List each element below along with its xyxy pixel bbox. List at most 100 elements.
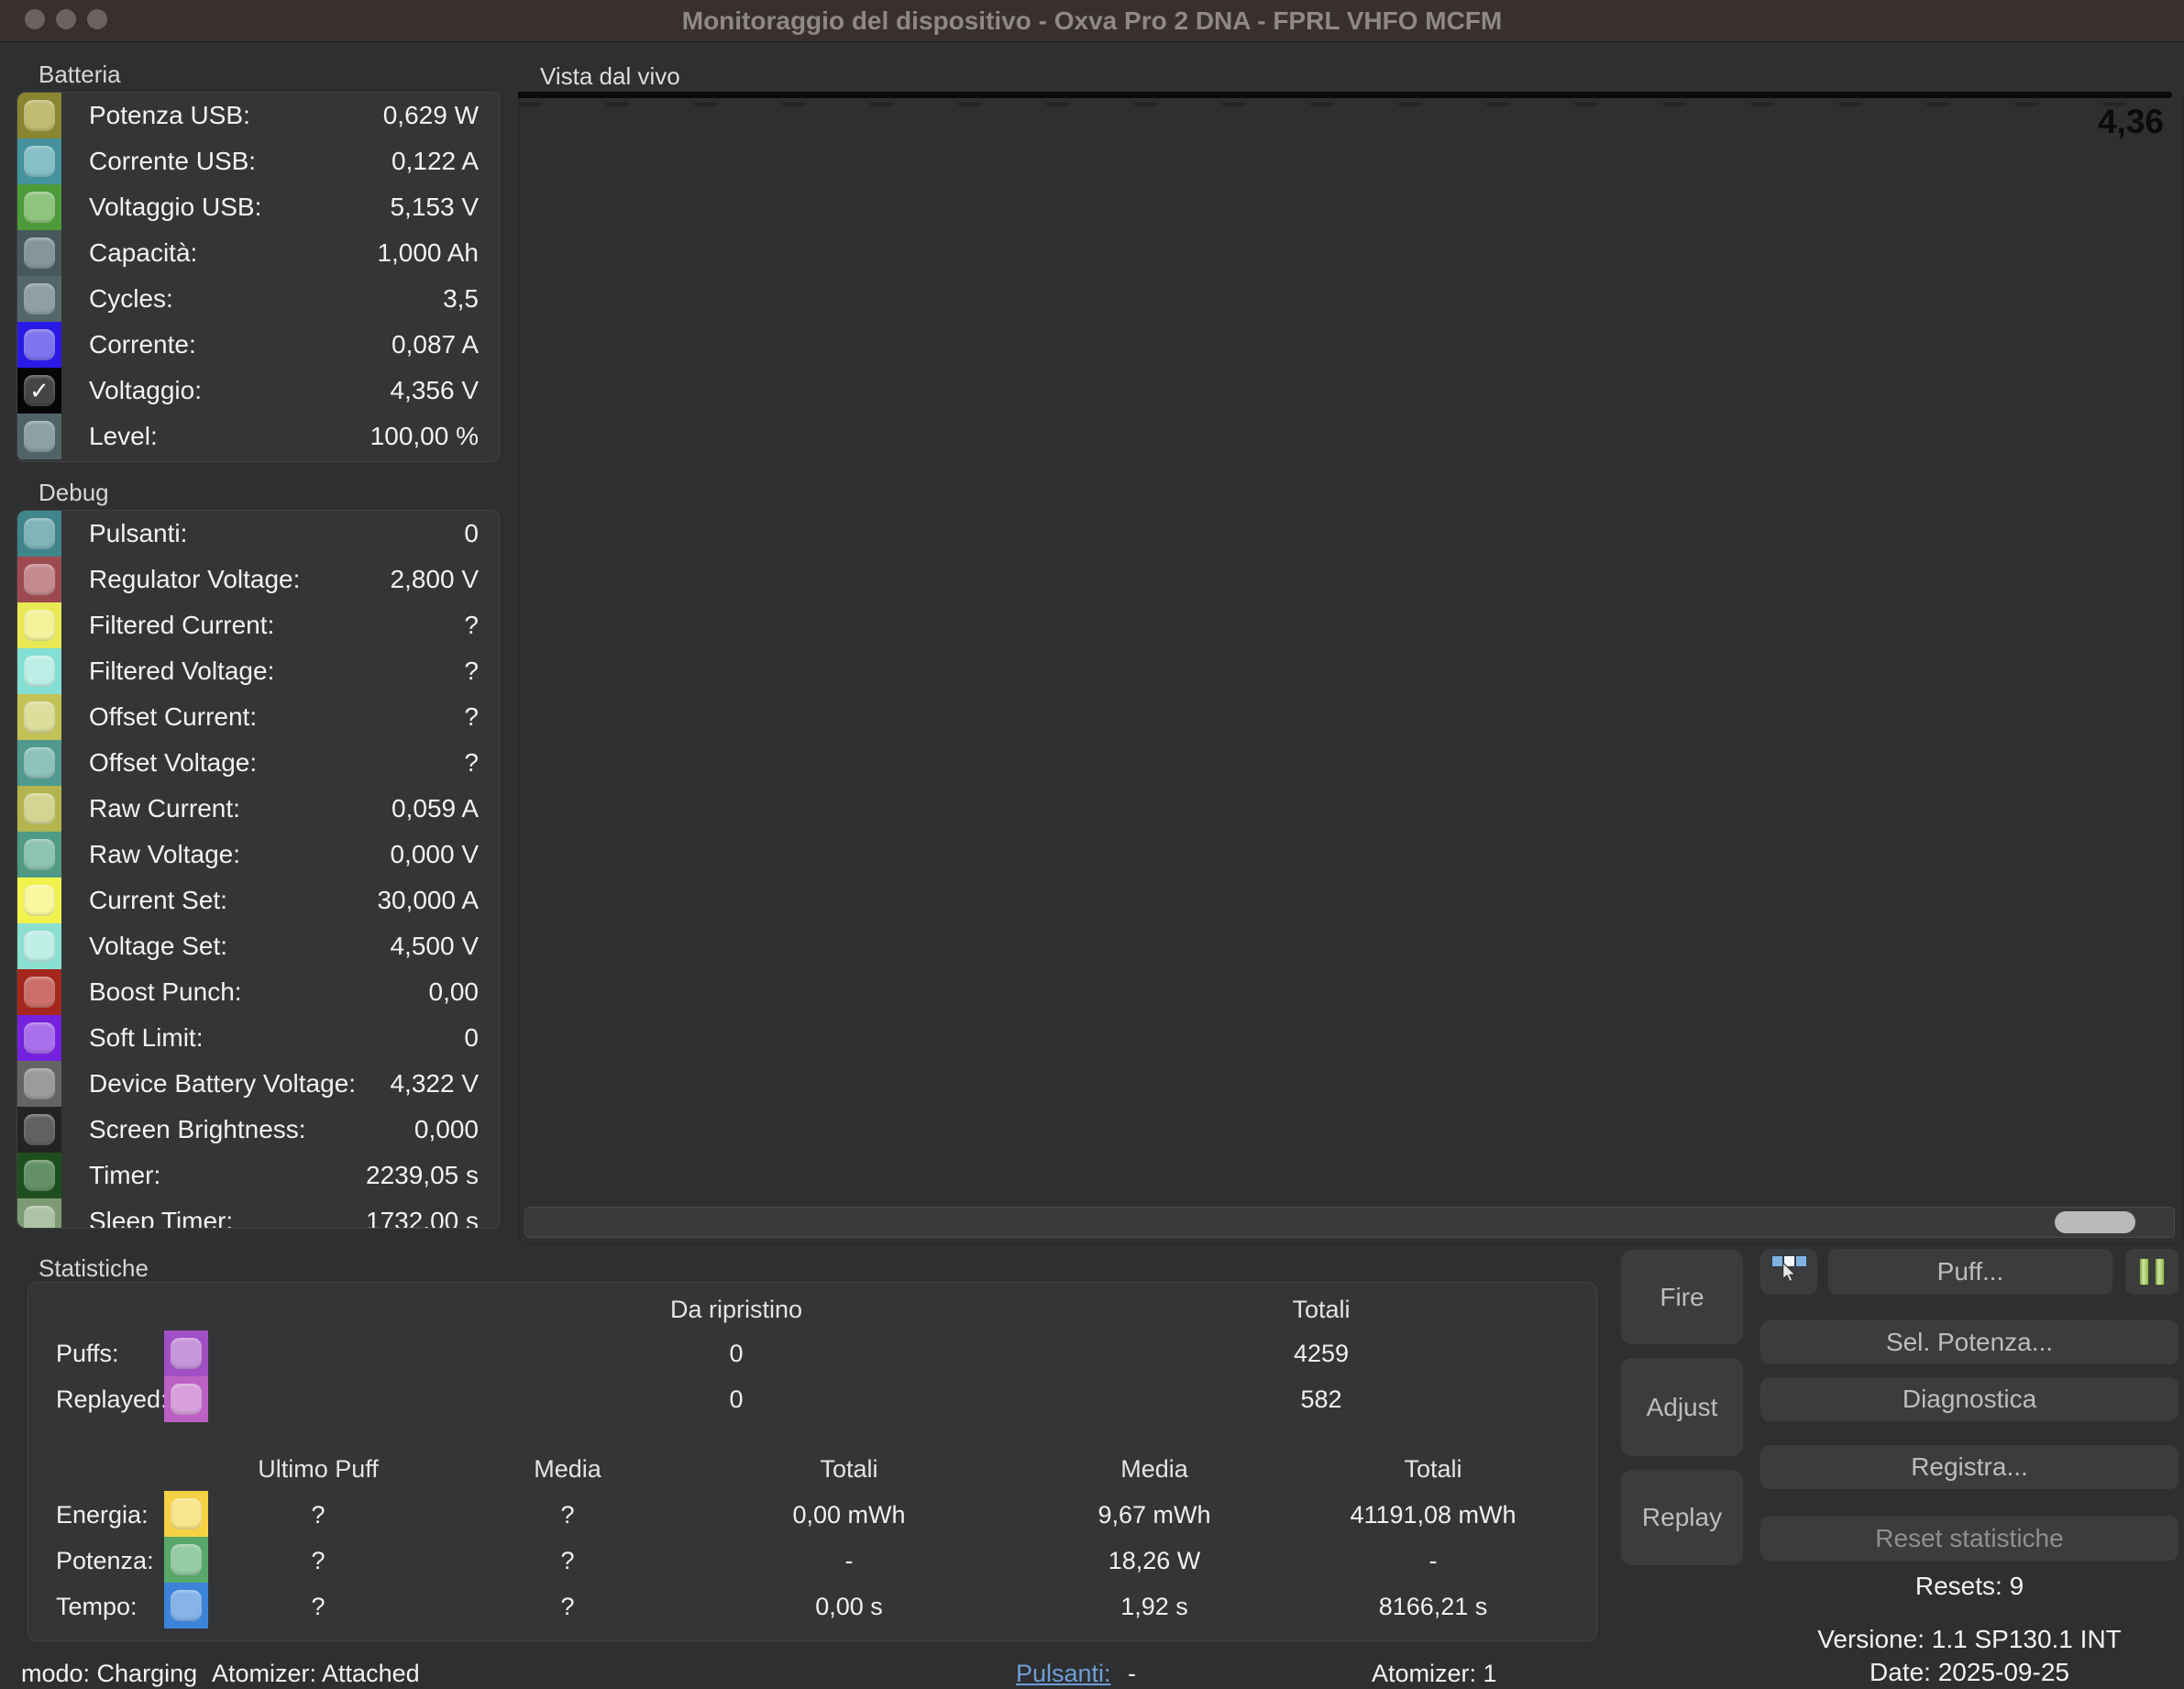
series-row: Corrente:0,087 A [17,322,499,368]
series-color [17,1153,61,1198]
pulsanti-value: - [1128,1660,1136,1688]
series-color [17,1061,61,1107]
series-row: Cycles:3,5 [17,276,499,322]
series-label: Soft Limit: [89,1023,203,1053]
series-checkbox[interactable] [24,610,55,641]
chart-horizontal-scrollbar[interactable] [524,1207,2175,1238]
replayed-checkbox[interactable] [171,1384,202,1415]
replayed-label: Replayed: [56,1385,168,1414]
series-value: 0,000 [414,1115,479,1144]
registra-button[interactable]: Registra... [1760,1445,2178,1489]
series-checkbox[interactable] [24,701,55,733]
series-checkbox[interactable] [24,283,55,315]
series-checkbox[interactable] [24,1068,55,1099]
series-label: Filtered Current: [89,611,274,640]
series-checkbox[interactable] [24,1022,55,1054]
tempo-ultimo-puff: ? [190,1593,447,1621]
series-label: Capacità: [89,238,197,268]
series-checkbox[interactable] [24,421,55,452]
puffs-checkbox[interactable] [171,1338,202,1369]
series-checkbox[interactable] [24,146,55,177]
series-checkbox[interactable] [24,1114,55,1145]
series-checkbox[interactable] [24,518,55,549]
series-color [17,138,61,184]
series-value: 4,322 V [390,1069,479,1098]
resets-count: Resets: 9 [1760,1572,2178,1601]
series-label: Corrente: [89,330,196,359]
diagnostica-button[interactable]: Diagnostica [1760,1377,2178,1421]
series-label: Boost Punch: [89,977,242,1007]
puff-button[interactable]: Puff... [1828,1249,2112,1295]
puffs-series-color [164,1330,208,1376]
current-voltage-value: 4,36 [2098,103,2164,141]
series-checkbox[interactable] [24,1160,55,1191]
series-color [17,414,61,459]
series-row: Device Battery Voltage:4,322 V [17,1061,499,1107]
series-color [17,602,61,648]
series-checkbox-checked[interactable]: ✓ [24,375,55,406]
series-color [17,740,61,786]
series-color [17,923,61,969]
device-monitor-window: Monitoraggio del dispositivo - Oxva Pro … [0,0,2184,1689]
series-color [17,184,61,230]
series-checkbox[interactable] [24,793,55,824]
series-value: 100,00 % [370,422,479,451]
table-header-totali-1: Totali [721,1455,977,1484]
series-color [17,832,61,878]
fire-button[interactable]: Fire [1621,1250,1743,1344]
scrollbar-thumb[interactable] [2055,1211,2135,1233]
series-checkbox[interactable] [24,747,55,778]
pulsanti-link[interactable]: Pulsanti: [1016,1660,1111,1688]
series-checkbox[interactable] [24,237,55,269]
series-checkbox[interactable] [24,656,55,687]
replay-button[interactable]: Replay [1621,1470,1743,1565]
window-title: Monitoraggio del dispositivo - Oxva Pro … [0,0,2184,41]
pause-icon [2139,1258,2149,1286]
potenza-media-1: ? [439,1547,696,1575]
series-value: 4,356 V [390,376,479,405]
series-value: 0 [464,1023,479,1053]
series-checkbox[interactable] [24,1206,55,1229]
series-label: Current Set: [89,886,227,915]
screen-pick-button[interactable] [1760,1249,1817,1295]
tempo-totali-2: 8166,21 s [1305,1593,1561,1621]
series-row: ✓Voltaggio:4,356 V [17,368,499,414]
potenza-media-2: 18,26 W [1026,1547,1283,1575]
replayed-series-color [164,1376,208,1422]
series-checkbox[interactable] [24,839,55,870]
reset-statistiche-button[interactable]: Reset statistiche [1760,1516,2178,1561]
series-row: Filtered Voltage:? [17,648,499,694]
table-header-totali-2: Totali [1305,1455,1561,1484]
series-checkbox[interactable] [24,192,55,223]
series-row: Current Set:30,000 A [17,878,499,923]
checkmark-icon: ✓ [29,379,50,403]
energia-totali-2: 41191,08 mWh [1305,1501,1561,1529]
energia-ultimo-puff: ? [190,1501,447,1529]
energia-label: Energia: [56,1501,149,1529]
series-value: ? [464,611,479,640]
series-color [17,276,61,322]
series-value: 0,059 A [392,794,479,823]
series-color [17,786,61,832]
col-header-totali: Totali [1138,1296,1505,1324]
series-color [17,694,61,740]
series-label: Filtered Voltage: [89,657,274,686]
series-value: ? [464,657,479,686]
series-checkbox[interactable] [24,329,55,360]
potenza-label: Potenza: [56,1547,154,1575]
series-row: Regulator Voltage:2,800 V [17,557,499,602]
series-label: Regulator Voltage: [89,565,300,594]
series-label: Potenza USB: [89,101,250,130]
series-checkbox[interactable] [24,100,55,131]
series-checkbox[interactable] [24,885,55,916]
series-value: 3,5 [443,284,479,314]
batteria-section-label: Batteria [39,61,121,89]
series-label: Level: [89,422,158,451]
series-checkbox[interactable] [24,977,55,1008]
series-row: Raw Voltage:0,000 V [17,832,499,878]
series-checkbox[interactable] [24,931,55,962]
sel-potenza-button[interactable]: Sel. Potenza... [1760,1320,2178,1364]
adjust-button[interactable]: Adjust [1621,1358,1743,1456]
series-checkbox[interactable] [24,564,55,595]
pause-button[interactable] [2125,1249,2178,1295]
